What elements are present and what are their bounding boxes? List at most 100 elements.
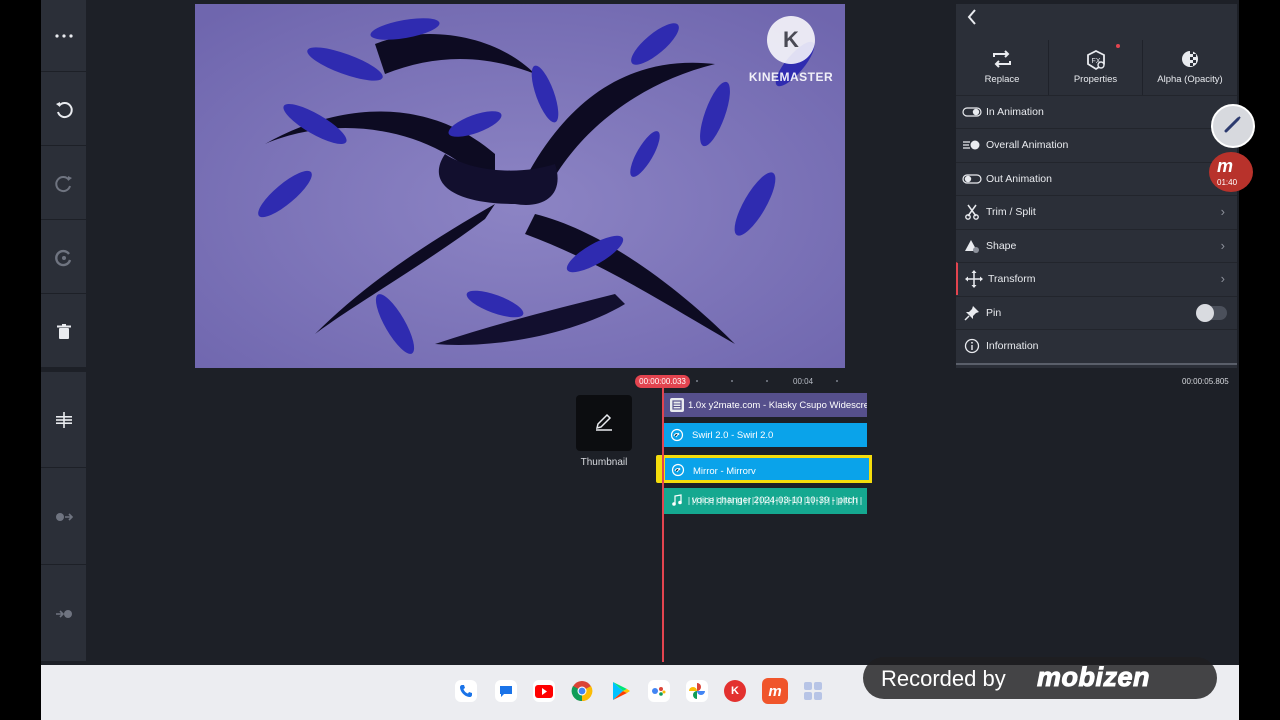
jump-end-button[interactable] xyxy=(41,566,86,662)
total-duration: 00:00:05.805 xyxy=(1182,377,1229,386)
row-in-animation[interactable]: In Animation xyxy=(956,95,1237,128)
chevron-right-icon: › xyxy=(1220,238,1225,253)
app-grid-icon[interactable] xyxy=(802,680,824,702)
pin-icon xyxy=(962,304,982,322)
row-label: In Animation xyxy=(986,106,1044,118)
video-clip[interactable]: 1.0x y2mate.com - Klasky Csupo Widescree… xyxy=(664,393,867,417)
effect-icon xyxy=(671,463,685,477)
tab-properties[interactable]: FX Properties xyxy=(1049,40,1143,96)
phone-app-icon[interactable] xyxy=(455,680,477,702)
effect-clip-mirror-selected[interactable]: Mirror - Mirrorv xyxy=(662,455,872,483)
overall-animation-icon xyxy=(962,136,982,154)
opacity-icon xyxy=(1143,49,1237,71)
chevron-right-icon: › xyxy=(1220,204,1225,219)
back-button[interactable] xyxy=(962,8,982,30)
ruler-tick xyxy=(696,380,698,382)
delete-icon xyxy=(56,323,71,340)
photos-app-icon[interactable] xyxy=(686,680,708,702)
drawing-tool-bubble[interactable] xyxy=(1211,104,1255,148)
row-out-animation[interactable]: Out Animation xyxy=(956,162,1237,195)
replace-icon xyxy=(956,49,1048,71)
recorder-banner-brand: mobizen xyxy=(1036,662,1151,693)
properties-icon: FX xyxy=(1049,49,1142,71)
recorder-bubble[interactable]: m 01:40 xyxy=(1209,152,1253,192)
out-animation-icon xyxy=(962,170,982,188)
tab-alpha-opacity[interactable]: Alpha (Opacity) xyxy=(1143,40,1237,96)
row-transform[interactable]: Transform › xyxy=(956,262,1237,295)
current-time-badge[interactable]: 00:00:00.033 xyxy=(635,375,690,388)
assistant-app-icon[interactable] xyxy=(648,680,670,702)
clip-label: Swirl 2.0 - Swirl 2.0 xyxy=(692,430,774,441)
recorder-time: 01:40 xyxy=(1217,178,1238,187)
chevron-right-icon: › xyxy=(1220,271,1225,286)
undo-button[interactable] xyxy=(41,74,86,146)
kinemaster-app-icon[interactable]: K xyxy=(724,680,746,702)
clip-label: voice changer 2024-03-10 10-39 - pitch xyxy=(692,495,858,506)
redo-icon xyxy=(54,174,74,194)
recorder-banner-text: Recorded by xyxy=(881,666,1006,691)
effect-icon xyxy=(670,428,684,442)
recorder-watermark-banner: Recorded by mobizen xyxy=(863,657,1217,699)
scissors-icon xyxy=(962,203,982,221)
clip-label: Mirror - Mirrorv xyxy=(693,466,756,477)
music-note-icon xyxy=(670,493,684,507)
restore-icon xyxy=(54,248,74,268)
row-shape[interactable]: Shape › xyxy=(956,229,1237,262)
undo-icon xyxy=(54,100,74,120)
row-label: Trim / Split xyxy=(986,206,1036,218)
play-store-app-icon[interactable] xyxy=(610,680,632,702)
left-toolbar-bottom xyxy=(41,372,86,662)
audio-clip[interactable]: voice changer 2024-03-10 10-39 - pitch xyxy=(664,488,867,514)
row-information[interactable]: Information xyxy=(956,329,1237,362)
ruler-label: 00:04 xyxy=(793,377,814,386)
delete-button[interactable] xyxy=(41,296,86,368)
row-label: Pin xyxy=(986,307,1002,319)
info-icon xyxy=(962,337,982,355)
row-overall-animation[interactable]: Overall Animation xyxy=(956,128,1237,161)
messages-app-icon[interactable] xyxy=(495,680,517,702)
ruler-tick xyxy=(836,380,838,382)
pin-toggle[interactable] xyxy=(1196,304,1227,322)
restore-button[interactable] xyxy=(41,222,86,294)
thumbnail-button[interactable] xyxy=(576,395,632,451)
swirl-frame-image xyxy=(195,4,845,368)
panel-scrollbar[interactable] xyxy=(956,363,1237,365)
tab-replace[interactable]: Replace xyxy=(956,40,1049,96)
row-label: Out Animation xyxy=(986,173,1052,185)
thumbnail-label: Thumbnail xyxy=(580,457,628,468)
row-label: Information xyxy=(986,340,1039,352)
tab-properties-label: Properties xyxy=(1073,74,1118,85)
recorder-logo: m xyxy=(1217,156,1234,176)
notification-dot xyxy=(1116,44,1120,48)
chevron-left-icon xyxy=(967,8,977,30)
film-icon xyxy=(670,398,684,412)
jump-start-icon xyxy=(54,511,74,523)
jump-start-button[interactable] xyxy=(41,469,86,565)
in-animation-icon xyxy=(962,103,982,121)
tab-alpha-label: Alpha (Opacity) xyxy=(1157,74,1223,85)
move-icon xyxy=(964,270,984,288)
video-preview[interactable] xyxy=(195,4,845,368)
youtube-app-icon[interactable] xyxy=(533,680,555,702)
row-trim-split[interactable]: Trim / Split › xyxy=(956,195,1237,228)
playhead[interactable] xyxy=(662,388,664,662)
tab-replace-label: Replace xyxy=(984,74,1020,85)
more-button[interactable] xyxy=(41,0,86,72)
ruler-tick xyxy=(731,380,733,382)
split-track-button[interactable] xyxy=(41,372,86,468)
jump-end-icon xyxy=(54,608,74,620)
row-label: Shape xyxy=(986,240,1017,252)
redo-button[interactable] xyxy=(41,148,86,220)
chrome-app-icon[interactable] xyxy=(571,680,593,702)
row-pin: Pin xyxy=(956,296,1237,329)
left-toolbar-top xyxy=(41,0,86,368)
kinemaster-watermark-text: KINEMASTER xyxy=(748,70,834,84)
effect-clip-swirl[interactable]: Swirl 2.0 - Swirl 2.0 xyxy=(664,423,867,447)
row-label: Overall Animation xyxy=(986,139,1069,151)
row-label: Transform xyxy=(988,273,1036,285)
edit-pencil-icon xyxy=(594,411,614,436)
mobizen-app-icon[interactable]: m xyxy=(762,678,788,704)
clip-label: 1.0x y2mate.com - Klasky Csupo Widescree… xyxy=(688,400,867,411)
ruler-tick xyxy=(766,380,768,382)
watermark-logo-letter: K xyxy=(783,27,799,52)
